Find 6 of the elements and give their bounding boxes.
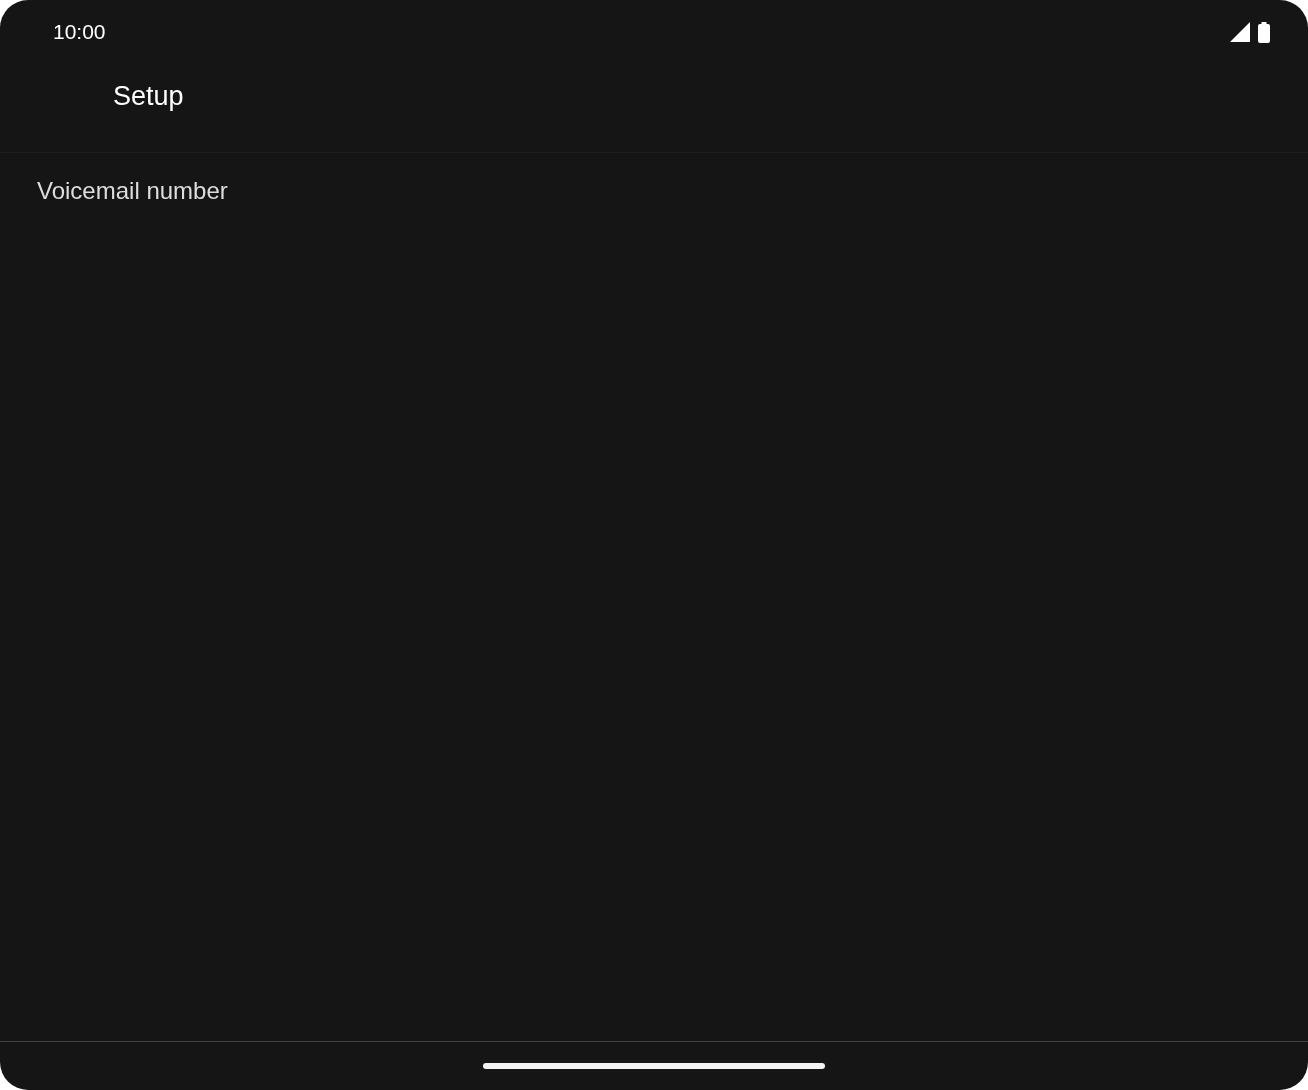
home-indicator[interactable] xyxy=(483,1063,825,1069)
battery-icon xyxy=(1258,21,1270,43)
status-time: 10:00 xyxy=(53,19,106,46)
preference-item[interactable]: Voicemail number xyxy=(0,153,265,230)
signal-icon xyxy=(1230,22,1250,42)
app-bar-title: Setup xyxy=(113,79,184,113)
